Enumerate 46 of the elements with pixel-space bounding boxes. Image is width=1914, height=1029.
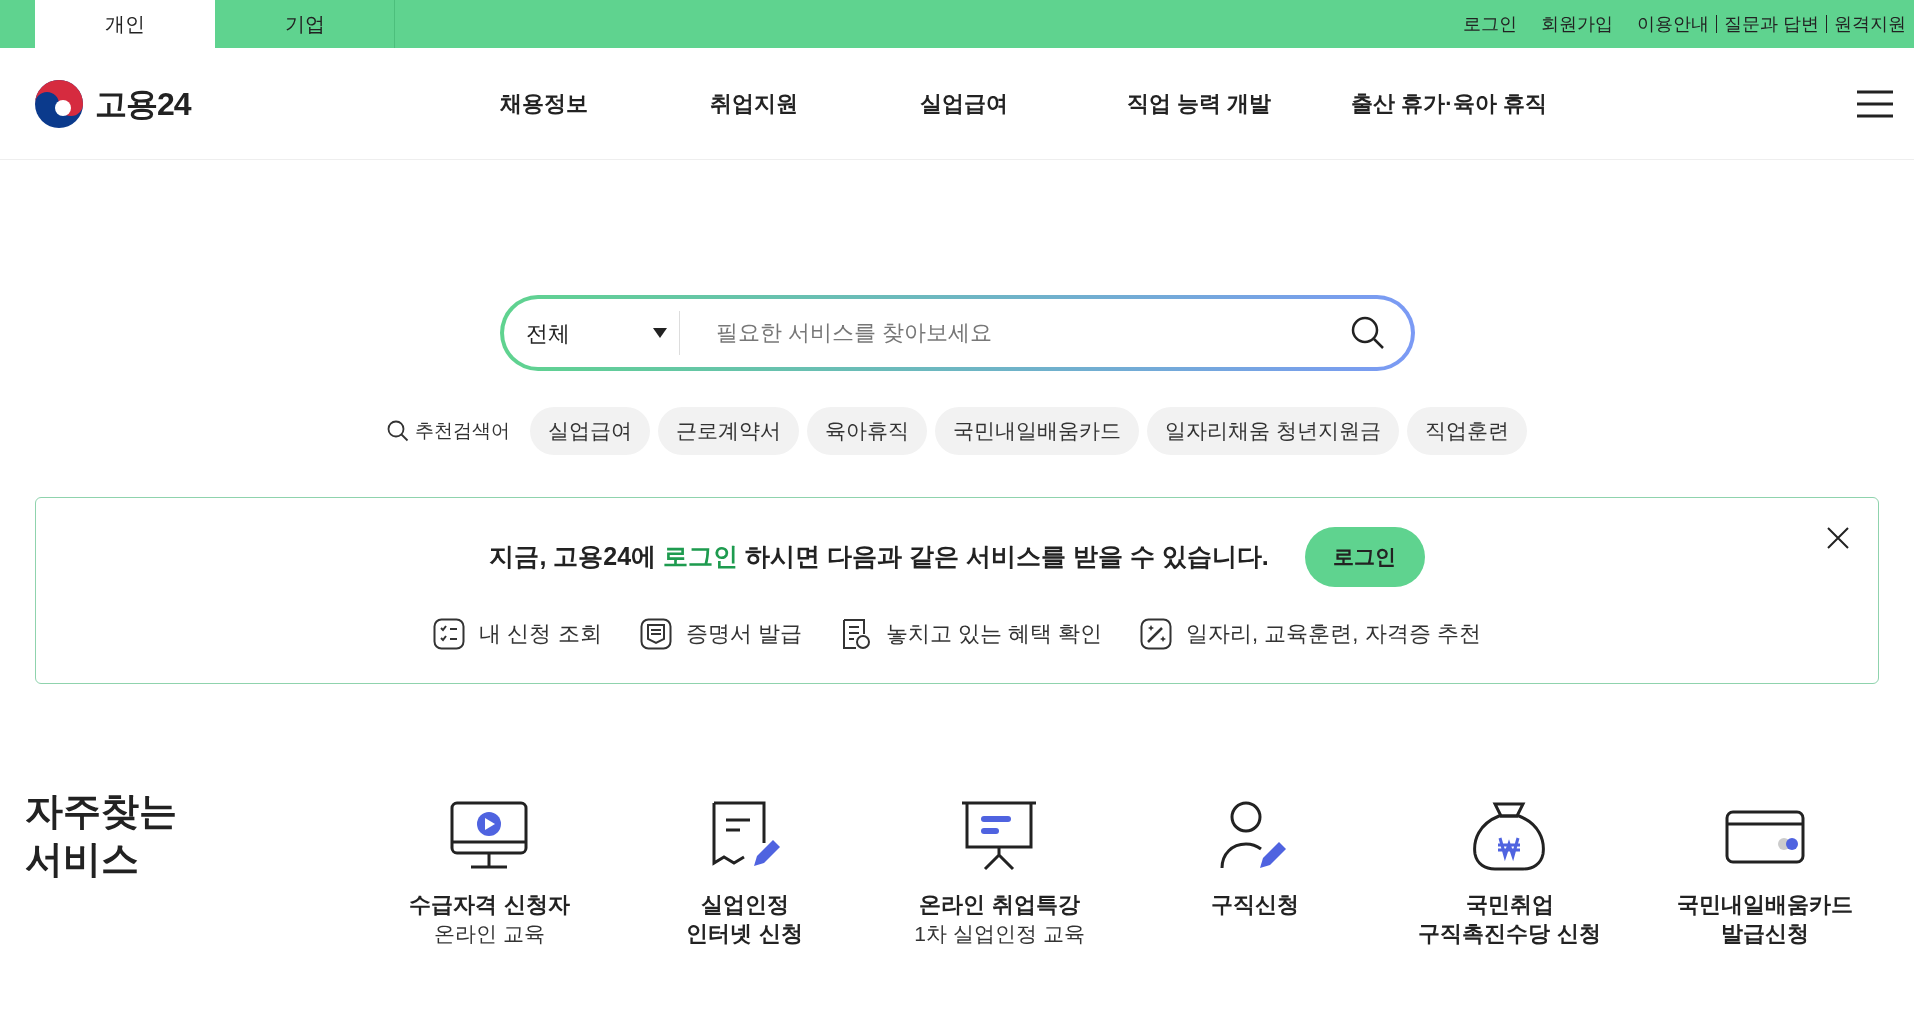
keyword-chip[interactable]: 국민내일배움카드 xyxy=(935,407,1140,455)
benefit-label: 일자리, 교육훈련, 자격증 추천 xyxy=(1186,620,1481,648)
logo-text[interactable]: 고용24 xyxy=(95,79,191,128)
search-icon xyxy=(387,420,410,442)
top-link[interactable]: 원격지원 xyxy=(1826,15,1906,33)
caret-icon xyxy=(652,328,667,338)
keyword-chip[interactable]: 직업훈련 xyxy=(1406,407,1527,455)
login-message: 지금, 고용24에 로그인 하시면 다음과 같은 서비스를 받을 수 있습니다. xyxy=(489,541,1269,573)
top-link[interactable]: 질문과 답변 xyxy=(1716,15,1819,33)
top-link[interactable]: 이용안내 xyxy=(1637,10,1709,38)
nav-link[interactable]: 채용정보 xyxy=(500,87,588,120)
certificate-icon xyxy=(639,617,672,650)
benefit-label: 증명서 발급 xyxy=(685,620,802,648)
recommended-label: 추천검색어 xyxy=(415,418,511,443)
service-item[interactable]: 국민취업 구직촉진수당 신청 xyxy=(1382,788,1637,948)
login-link[interactable]: 로그인 xyxy=(663,542,739,571)
logo-icon xyxy=(33,77,85,130)
top-tab[interactable]: 개인 xyxy=(35,0,215,48)
magic-wand-icon xyxy=(1140,617,1173,650)
checklist-icon xyxy=(433,617,466,650)
section-title: 자주찾는 서비스 xyxy=(24,789,178,882)
category-dropdown[interactable]: 전체 xyxy=(503,311,680,355)
service-item[interactable]: 온라인 취업특강 1차 실업인정 교육 xyxy=(872,788,1127,948)
benefit-label: 놓치고 있는 혜택 확인 xyxy=(885,620,1103,648)
service-item[interactable]: 구직신청 xyxy=(1127,788,1382,948)
close-button[interactable] xyxy=(1826,526,1850,550)
search-icon xyxy=(1350,316,1385,350)
keyword-chip[interactable]: 일자리채움 청년지원금 xyxy=(1147,407,1399,455)
service-item[interactable]: 국민내일배움카드 발급신청 xyxy=(1637,788,1892,948)
close-icon xyxy=(1826,526,1850,550)
search-field[interactable]: 전체 필요한 서비스를 찾아보세요 xyxy=(499,295,1415,371)
keyword-chip[interactable]: 육아휴직 xyxy=(807,407,928,455)
login-button[interactable]: 로그인 xyxy=(1304,527,1425,587)
top-link[interactable]: 로그인 xyxy=(1463,10,1517,38)
keyword-chip[interactable]: 근로계약서 xyxy=(658,407,800,455)
nav-link[interactable]: 취업지원 xyxy=(710,87,798,120)
nav-link[interactable]: 실업급여 xyxy=(920,87,1008,120)
monitor-icon xyxy=(448,800,531,872)
service-item[interactable]: 수급자격 신청자 온라인 교육 xyxy=(362,788,617,948)
keyword-chip[interactable]: 실업급여 xyxy=(530,407,651,455)
benefit-label: 내 신청 조회 xyxy=(479,620,602,648)
nav-link[interactable]: 출산 휴가·육아 휴직 xyxy=(1351,87,1547,120)
top-link[interactable]: 회원가입 xyxy=(1541,10,1613,38)
nav-link[interactable]: 직업 능력 개발 xyxy=(1126,87,1272,120)
service-item[interactable]: 실업인정 인터넷 신청 xyxy=(617,788,872,948)
menu-icon xyxy=(1856,88,1894,119)
